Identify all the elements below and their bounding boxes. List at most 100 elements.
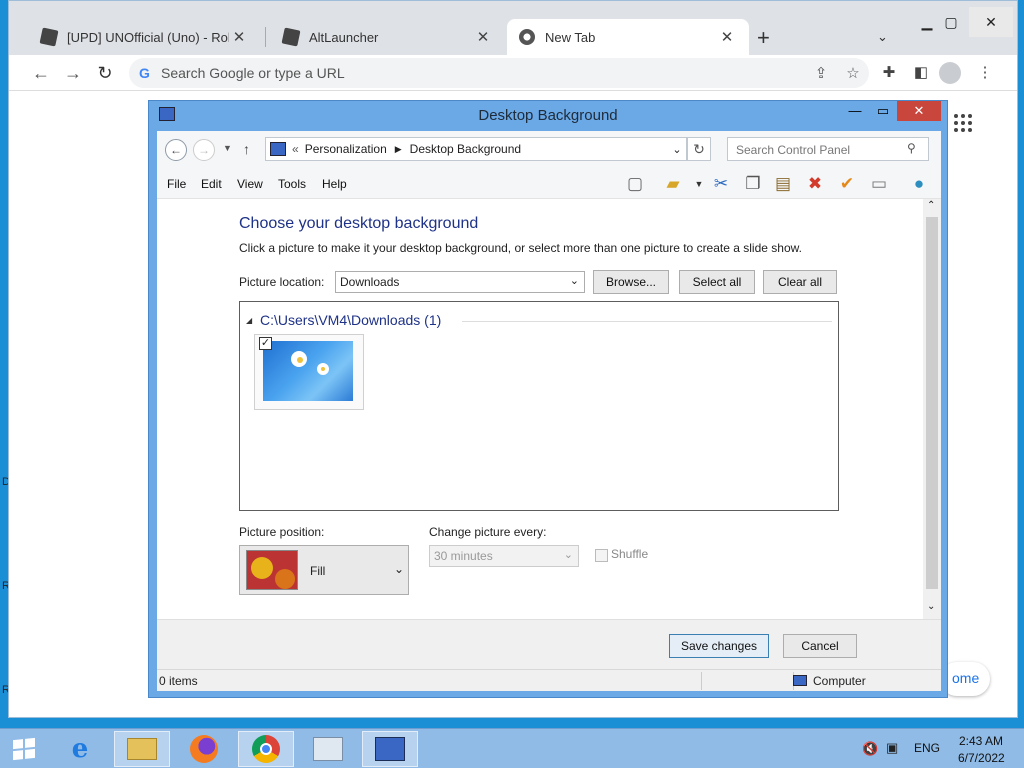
scroll-thumb[interactable] — [926, 217, 938, 589]
tab-label: [UPD] UNOfficial (Uno) - Roblox — [67, 29, 229, 45]
properties-check-icon[interactable]: ✔ — [835, 173, 859, 195]
up-arrow-icon[interactable]: ↑ — [243, 141, 250, 157]
google-apps-icon[interactable] — [954, 114, 972, 132]
toolbar: ← → ↻ G Search Google or type a URL ⇪ ☆ … — [9, 55, 1017, 91]
page-heading: Choose your desktop background — [239, 215, 479, 232]
status-location: Computer — [813, 674, 866, 688]
tab-roblox-uno[interactable]: [UPD] UNOfficial (Uno) - Roblox ✕ — [29, 19, 261, 55]
picture-position-dropdown[interactable]: Fill ⌄ — [239, 545, 409, 595]
scroll-up-icon[interactable]: ⌃ — [927, 200, 935, 211]
navigation-bar: ← → ▼ ↑ « Personalization ▶ Desktop Back… — [157, 131, 941, 169]
breadcrumb-overflow[interactable]: « — [292, 142, 299, 156]
close-button[interactable]: ✕ — [969, 7, 1013, 37]
forward-arrow-icon[interactable]: → — [59, 61, 87, 85]
cancel-button[interactable]: Cancel — [783, 634, 857, 658]
picture-list: ◢ C:\Users\VM4\Downloads (1) ✓ — [239, 301, 839, 511]
group-divider — [462, 321, 832, 322]
save-changes-button[interactable]: Save changes — [669, 634, 769, 658]
tab-search-chevron-icon[interactable]: ⌄ — [877, 29, 888, 45]
internet-explorer-icon: e — [71, 734, 89, 764]
wallpaper-thumbnail[interactable]: ✓ — [254, 334, 364, 410]
search-control-panel-input[interactable]: Search Control Panel — [727, 137, 929, 161]
clock-time[interactable]: 2:43 AM — [958, 734, 1004, 748]
omnibox-placeholder: Search Google or type a URL — [161, 65, 345, 81]
control-panel-icon — [270, 142, 286, 156]
menu-file[interactable]: File — [167, 177, 186, 191]
extensions-puzzle-icon[interactable]: ✚ — [877, 63, 901, 83]
back-arrow-icon[interactable]: ← — [165, 139, 187, 161]
window-close-button[interactable]: ✕ — [897, 101, 941, 121]
change-interval-value: 30 minutes — [434, 549, 493, 563]
breadcrumb-separator-icon[interactable]: ▶ — [395, 144, 402, 155]
window-titlebar[interactable]: Desktop Background — ▭ ✕ — [149, 101, 947, 131]
internet-globe-icon[interactable]: ● — [907, 173, 931, 195]
group-header[interactable]: C:\Users\VM4\Downloads (1) — [260, 312, 441, 328]
address-dropdown-chevron-icon[interactable]: ⌄ — [668, 143, 686, 156]
picture-location-dropdown[interactable]: Downloads ⌄ — [335, 271, 585, 293]
address-bar[interactable]: « Personalization ▶ Desktop Background ⌄ — [265, 137, 687, 161]
tab-new-tab[interactable]: New Tab ✕ — [507, 19, 749, 55]
menu-tools[interactable]: Tools — [278, 177, 306, 191]
taskbar-chrome[interactable] — [238, 731, 294, 767]
menu-help[interactable]: Help — [322, 177, 347, 191]
search-icon[interactable]: ⚲ — [907, 141, 916, 155]
forward-arrow-icon[interactable]: → — [193, 139, 215, 161]
window-maximize-button[interactable]: ▭ — [869, 101, 897, 121]
start-button[interactable] — [0, 731, 48, 767]
change-interval-dropdown[interactable]: 30 minutes ⌄ — [429, 545, 579, 567]
profile-avatar-icon[interactable] — [939, 62, 961, 84]
layout-pane-icon[interactable]: ▢ — [623, 173, 647, 195]
shuffle-checkbox[interactable] — [595, 549, 608, 562]
collapse-group-icon[interactable]: ◢ — [246, 316, 252, 325]
close-tab-icon[interactable]: ✕ — [717, 28, 737, 46]
taskbar-internet-explorer[interactable]: e — [52, 731, 108, 767]
close-tab-icon[interactable]: ✕ — [473, 28, 493, 46]
tab-strip: [UPD] UNOfficial (Uno) - Roblox ✕ AltLau… — [9, 1, 1017, 55]
shuffle-label: Shuffle — [611, 547, 649, 561]
browse-button[interactable]: Browse... — [593, 270, 669, 294]
window-minimize-button[interactable]: — — [841, 101, 869, 121]
cut-icon[interactable]: ✂ — [709, 173, 733, 195]
copy-icon[interactable]: ❐ — [741, 173, 765, 195]
refresh-icon[interactable]: ↻ — [687, 137, 711, 161]
taskbar-control-panel[interactable] — [362, 731, 418, 767]
taskbar-performance-monitor[interactable] — [300, 731, 356, 767]
vertical-scrollbar[interactable]: ⌃ ⌄ — [923, 199, 941, 619]
roblox-icon — [281, 27, 301, 47]
taskbar-file-explorer[interactable] — [114, 731, 170, 767]
clear-all-button[interactable]: Clear all — [763, 270, 837, 294]
recent-pages-chevron-icon[interactable]: ▼ — [223, 143, 232, 153]
clock-date[interactable]: 6/7/2022 — [958, 751, 1005, 765]
maximize-button[interactable]: ▢ — [929, 7, 973, 37]
scroll-down-icon[interactable]: ⌄ — [927, 601, 935, 612]
side-panel-icon[interactable]: ◧ — [909, 63, 933, 83]
folder-options-chevron-icon[interactable]: ▼ — [687, 173, 711, 195]
folder-options-icon[interactable]: ▰ — [661, 173, 685, 195]
reload-icon[interactable]: ↻ — [91, 61, 119, 85]
bookmark-star-icon[interactable]: ☆ — [837, 64, 869, 82]
taskbar: e 🔇 ▣ ENG 2:43 AM 6/7/2022 — [0, 728, 1024, 768]
back-arrow-icon[interactable]: ← — [27, 61, 55, 85]
menu-view[interactable]: View — [237, 177, 263, 191]
close-tab-icon[interactable]: ✕ — [229, 28, 249, 46]
rename-icon[interactable]: ▭ — [867, 173, 891, 195]
menu-bar: File Edit View Tools Help ▢ ▰ ▼ ✂ ❐ ▤ ✖ … — [157, 169, 941, 199]
thumbnail-checkbox[interactable]: ✓ — [259, 337, 272, 350]
new-tab-button[interactable]: + — [757, 25, 770, 51]
network-icon[interactable]: ▣ — [886, 740, 898, 756]
tab-altlauncher[interactable]: AltLauncher ✕ — [271, 19, 505, 55]
omnibox[interactable]: G Search Google or type a URL ⇪ ☆ — [129, 58, 869, 88]
menu-edit[interactable]: Edit — [201, 177, 222, 191]
share-icon[interactable]: ⇪ — [805, 64, 837, 82]
breadcrumb-desktop-background[interactable]: Desktop Background — [410, 142, 668, 156]
chrome-icon — [519, 29, 535, 45]
volume-muted-icon[interactable]: 🔇 — [862, 741, 878, 757]
select-all-button[interactable]: Select all — [679, 270, 755, 294]
taskbar-firefox[interactable] — [176, 731, 232, 767]
breadcrumb-personalization[interactable]: Personalization — [305, 142, 387, 156]
delete-icon[interactable]: ✖ — [803, 173, 827, 195]
more-menu-icon[interactable]: ⋮ — [973, 63, 997, 83]
paste-icon[interactable]: ▤ — [771, 173, 795, 195]
flower-preview-icon — [246, 550, 298, 590]
input-language[interactable]: ENG — [914, 741, 940, 755]
